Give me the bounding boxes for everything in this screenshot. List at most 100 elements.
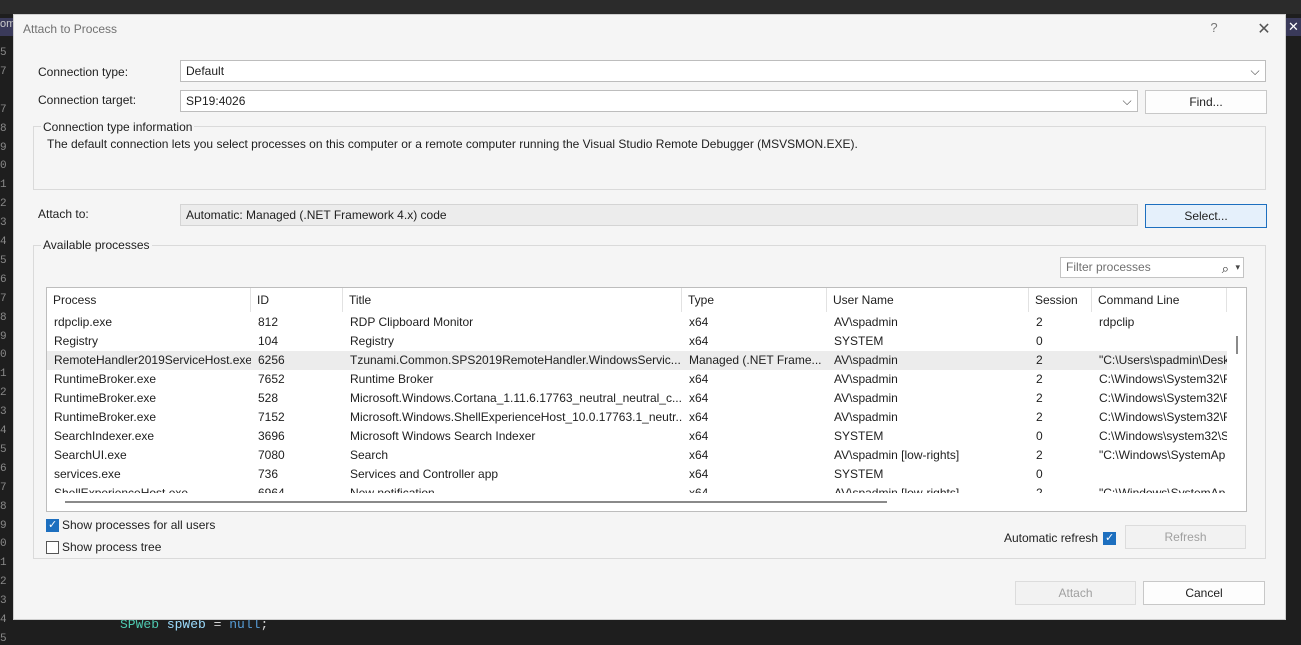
select-button[interactable]: Select... [1145,204,1267,228]
connection-info-box [33,126,1266,190]
line-number: 0 [0,160,7,173]
ide-line-number-gutter: 5 7 7 8 9 0 1 2 3 4 5 6 7 8 9 0 1 2 3 4 5 6 7 8 9 0 1 2 3 4 5 [0,14,13,645]
table-cell: 2 [1036,391,1043,405]
column-header[interactable]: Command Line [1092,288,1227,312]
vertical-scroll-thumb[interactable] [1236,336,1238,354]
line-number: 8 [0,122,7,135]
close-icon[interactable]: ✕ [1254,19,1274,39]
table-cell: AV\spadmin [834,353,898,367]
table-cell: AV\spadmin [834,391,898,405]
show-all-users-checkbox[interactable] [46,518,59,532]
column-header[interactable]: User Name [827,288,1029,312]
table-cell: 3696 [258,429,285,443]
table-row[interactable]: rdpclip.exe 812 RDP Clipboard Monitor x64 AV… [47,313,1227,332]
automatic-refresh-checkbox[interactable] [1103,531,1116,545]
table-cell: x64 [689,467,709,481]
cancel-button[interactable]: Cancel [1143,581,1265,605]
line-number: 2 [0,198,7,211]
connection-target-label: Connection target: [38,93,137,107]
table-cell: Registry [54,334,99,348]
available-processes-heading: Available processes [41,238,152,252]
table-cell: SYSTEM [834,429,884,443]
table-row[interactable]: Registry 104 Registry x64 SYSTEM 0 [47,332,1227,351]
line-number: 4 [0,236,7,248]
table-cell: 2 [1036,448,1043,462]
table-cell: x64 [689,315,709,329]
line-number: 6 [0,462,7,475]
table-cell: x64 [689,372,709,386]
table-cell: RemoteHandler2019ServiceHost.exe [54,353,251,367]
table-cell: 0 [1036,334,1043,348]
line-number: 1 [0,368,7,381]
search-icon[interactable]: ⌕ [1222,259,1229,278]
column-header[interactable]: Title [343,288,682,312]
table-row[interactable]: services.exe 736 Services and Controller a… [47,465,1227,484]
show-process-tree-checkbox[interactable] [46,541,59,554]
ide-editor-tab[interactable]: om [0,18,13,36]
table-cell: SearchIndexer.exe [54,429,155,443]
line-number: 7 [0,103,7,116]
connection-type-label: Connection type: [38,65,129,79]
line-number: 5 [0,47,7,59]
vertical-scrollbar[interactable] [1227,312,1246,511]
dialog-title: Attach to Process [23,22,118,36]
chevron-down-icon[interactable]: ▾ [1235,258,1240,277]
ide-right-strip [1286,40,1301,634]
table-cell: AV\spadmin [834,315,898,329]
table-cell: C:\Windows\system32\S [1099,429,1227,443]
connection-target-dropdown[interactable]: SP19:4026 ⌵ [180,90,1138,112]
horizontal-scroll-thumb[interactable] [65,501,887,503]
table-cell: rdpclip.exe [54,315,113,329]
table-row[interactable]: SearchIndexer.exe 3696 Microsoft Windows S… [47,427,1227,446]
table-cell: x64 [689,391,709,405]
table-row[interactable]: RuntimeBroker.exe 7652 Runtime Broker x64 AV… [47,370,1227,389]
line-number: 5 [0,632,7,645]
line-number: 6 [0,273,7,286]
show-process-tree-label[interactable]: Show process tree [62,540,161,554]
line-number: 3 [0,406,7,419]
table-cell: "C:\Users\spadmin\Desk [1099,353,1227,367]
table-cell: 736 [258,467,279,481]
ide-title-bar [0,0,1301,14]
column-header[interactable]: Process [47,288,251,312]
column-header[interactable]: Type [682,288,827,312]
column-header[interactable]: Session [1029,288,1092,312]
table-cell: AV\spadmin [834,372,898,386]
attach-to-field: Automatic: Managed (.NET Framework 4.x) … [180,204,1138,226]
line-number: 3 [0,595,7,608]
line-number: 3 [0,217,7,230]
table-cell: RDP Clipboard Monitor [350,315,474,329]
table-cell: RuntimeBroker.exe [54,391,157,405]
table-cell: 7152 [258,410,285,424]
table-cell: 528 [258,391,279,405]
chevron-down-icon: ⌵ [1250,64,1260,78]
table-cell: x64 [689,448,709,462]
table-cell: RuntimeBroker.exe [54,372,157,386]
table-row[interactable]: RuntimeBroker.exe 7152 Microsoft.Windows.S… [47,408,1227,427]
horizontal-scrollbar[interactable] [47,493,1227,511]
find-button[interactable]: Find... [1145,90,1267,114]
column-header[interactable]: ID [251,288,343,312]
chevron-down-icon: ⌵ [1122,94,1132,108]
table-cell: 7652 [258,372,285,386]
table-cell: x64 [689,334,709,348]
refresh-button[interactable]: Refresh [1125,525,1246,549]
table-row[interactable]: SearchUI.exe 7080 Search x64 AV\spadmin [low… [47,446,1227,465]
help-icon[interactable]: ? [1206,20,1222,38]
attach-button[interactable]: Attach [1015,581,1136,605]
table-cell: 104 [258,334,279,348]
filter-processes-input[interactable]: Filter processes ⌕ ▾ [1060,257,1244,278]
show-all-users-label[interactable]: Show processes for all users [62,518,215,532]
line-number: 8 [0,500,7,513]
table-cell: Microsoft Windows Search Indexer [350,429,536,443]
line-number: 9 [0,519,7,532]
table-cell: Search [350,448,389,462]
ide-close-icon[interactable]: ✕ [1286,18,1301,36]
table-row[interactable]: RuntimeBroker.exe 528 Microsoft.Windows.Co… [47,389,1227,408]
automatic-refresh-label[interactable]: Automatic refresh [1004,531,1098,545]
table-cell: SearchUI.exe [54,448,127,462]
table-row[interactable]: RemoteHandler2019ServiceHost.exe 6256 Tzun… [47,351,1227,370]
connection-type-dropdown[interactable]: Default ⌵ [180,60,1266,82]
table-cell: SYSTEM [834,334,884,348]
table-cell: x64 [689,429,709,443]
